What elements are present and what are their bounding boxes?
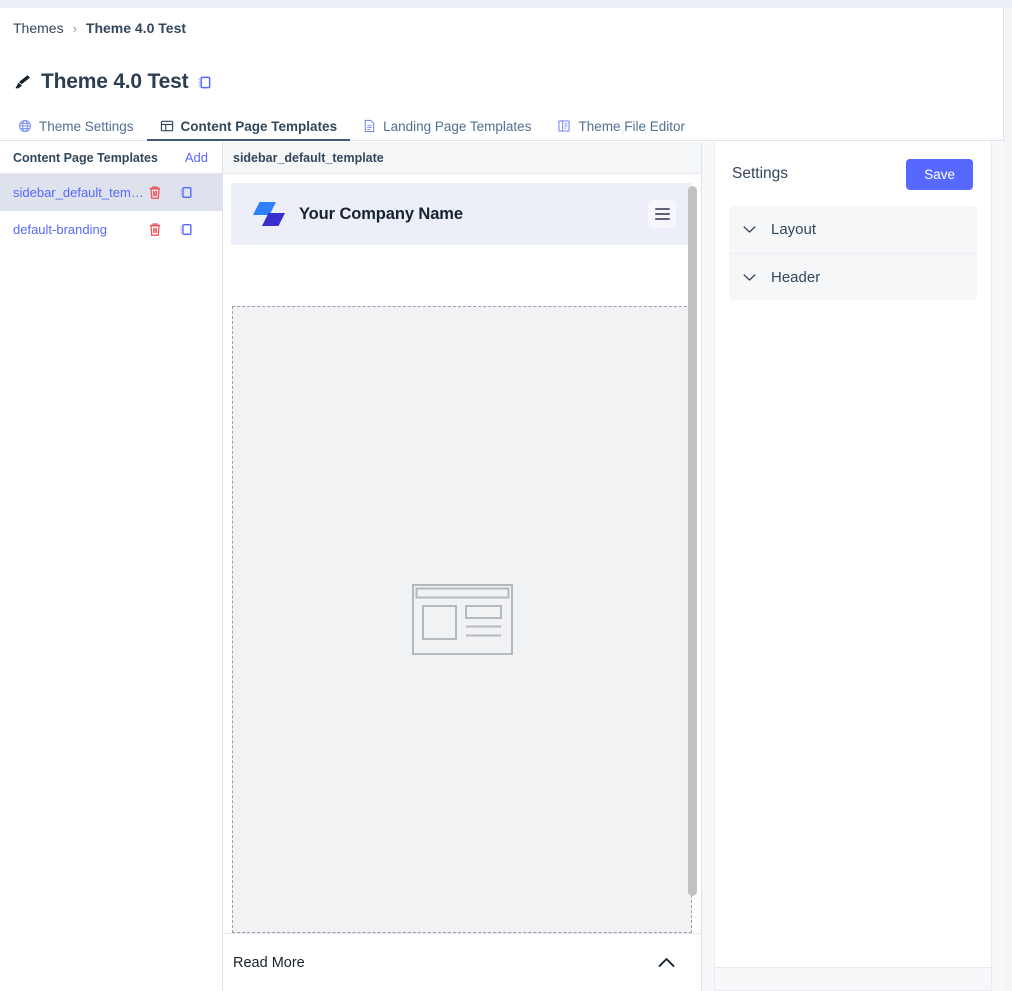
add-template-button[interactable]: Add (185, 150, 208, 165)
copy-icon[interactable] (179, 222, 193, 237)
tab-label: Landing Page Templates (383, 118, 532, 134)
page-title-row: Theme 4.0 Test (14, 70, 212, 94)
save-button[interactable]: Save (906, 158, 973, 190)
settings-panel: Settings Save Layout Header (702, 142, 1004, 991)
preview-scrollbar-track[interactable] (688, 174, 697, 933)
preview-body-dropzone[interactable] (232, 306, 692, 933)
company-name: Your Company Name (299, 204, 463, 223)
settings-item-label: Layout (771, 221, 817, 238)
hamburger-menu-icon[interactable] (648, 200, 676, 228)
read-more-label: Read More (233, 954, 305, 971)
trash-icon[interactable] (148, 222, 162, 237)
document-icon (364, 119, 375, 133)
tab-content-page-templates[interactable]: Content Page Templates (146, 113, 351, 141)
breadcrumb-separator-icon: › (72, 20, 77, 36)
tab-landing-page-templates[interactable]: Landing Page Templates (350, 113, 544, 141)
copy-icon[interactable] (197, 75, 212, 90)
template-list-title: Content Page Templates (13, 150, 158, 165)
template-name[interactable]: default-branding (13, 222, 148, 237)
settings-item-layout[interactable]: Layout (729, 206, 977, 253)
file-code-icon (558, 120, 571, 132)
page-layout-placeholder-icon (411, 584, 513, 655)
page-title: Theme 4.0 Test (41, 70, 189, 93)
settings-card: Settings Save Layout Header (714, 142, 992, 968)
breadcrumb-link-themes[interactable]: Themes (13, 20, 64, 36)
chevron-down-icon (743, 226, 756, 233)
preview-title: sidebar_default_template (233, 150, 384, 165)
settings-header: Settings Save (715, 142, 991, 206)
template-row-actions (148, 222, 193, 237)
globe-icon (18, 119, 32, 133)
breadcrumb: Themes › Theme 4.0 Test (13, 20, 186, 36)
preview-canvas: Your Company Name (231, 174, 692, 933)
breadcrumb-current: Theme 4.0 Test (85, 20, 187, 36)
app-frame: Themes › Theme 4.0 Test Theme 4.0 Test T… (0, 8, 1004, 991)
top-accent-strip (0, 0, 1012, 8)
tab-label: Theme Settings (39, 118, 134, 134)
company-logo-icon (253, 202, 285, 226)
copy-icon[interactable] (179, 185, 193, 200)
page-right-gutter (1005, 8, 1012, 991)
template-preview-panel: sidebar_default_template Your Company Na… (223, 142, 702, 991)
template-name[interactable]: sidebar_default_template (13, 185, 148, 200)
settings-item-header[interactable]: Header (729, 253, 977, 300)
tab-bar: Theme Settings Content Page Templates La… (0, 112, 1004, 141)
paintbrush-icon (15, 75, 30, 89)
main-content-area: Content Page Templates Add sidebar_defau… (0, 142, 1004, 991)
read-more-section[interactable]: Read More (223, 933, 701, 991)
settings-accordion: Layout Header (729, 206, 977, 300)
trash-icon[interactable] (148, 185, 162, 200)
settings-title: Settings (732, 165, 789, 182)
template-list-panel: Content Page Templates Add sidebar_defau… (0, 142, 223, 991)
preview-site-header[interactable]: Your Company Name (231, 183, 692, 245)
settings-item-label: Header (771, 268, 821, 286)
chevron-up-icon[interactable] (658, 957, 675, 968)
template-row-actions (148, 185, 193, 200)
layout-template-icon (160, 120, 173, 132)
tab-theme-file-editor[interactable]: Theme File Editor (544, 113, 698, 141)
chevron-down-icon (743, 273, 756, 281)
template-row-sidebar-default-template[interactable]: sidebar_default_template (0, 174, 222, 211)
tab-theme-settings[interactable]: Theme Settings (14, 113, 147, 141)
tab-label: Content Page Templates (180, 118, 338, 134)
preview-scrollbar-thumb[interactable] (688, 186, 697, 896)
settings-panel-footer (714, 968, 992, 991)
template-list-header: Content Page Templates Add (0, 142, 222, 174)
preview-header-bar: sidebar_default_template (223, 142, 701, 174)
template-row-default-branding[interactable]: default-branding (0, 211, 222, 248)
tab-label: Theme File Editor (578, 118, 685, 134)
preview-scroll-region: Your Company Name (223, 174, 701, 933)
